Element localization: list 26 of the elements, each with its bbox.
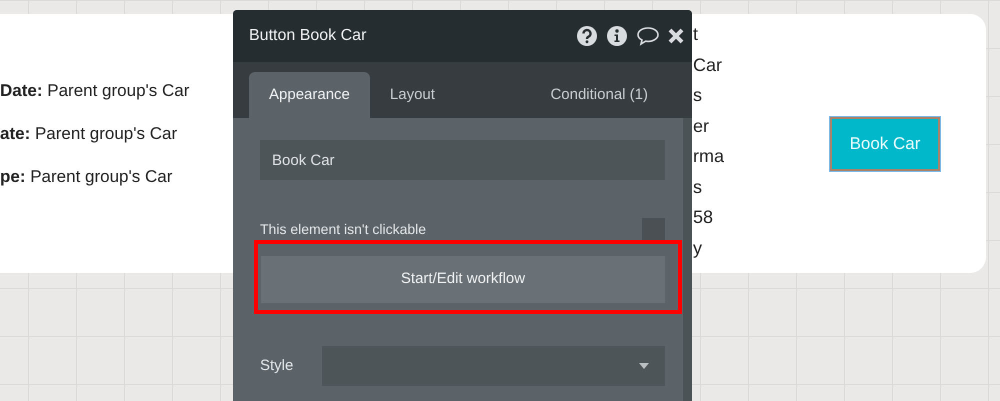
field-text: pe: Parent group's Car (0, 166, 174, 188)
text-input-field[interactable]: Book Car (260, 140, 665, 180)
field-text: er (693, 114, 710, 138)
clickable-label: This element isn't clickable (260, 220, 426, 238)
help-icon[interactable] (576, 25, 598, 47)
start-edit-workflow-button[interactable]: Start/Edit workflow (261, 256, 665, 303)
caret-icon (639, 363, 649, 369)
scrollbar[interactable] (683, 118, 692, 401)
field-text: t (693, 23, 700, 46)
field-text: s (693, 176, 703, 198)
field-text: ate: Parent group's Car (0, 123, 178, 145)
field-text: Car (693, 54, 724, 76)
field-text: 58 (693, 206, 714, 229)
field-text: rma (693, 145, 724, 168)
comment-icon[interactable] (636, 26, 660, 46)
panel-tab[interactable]: Conditional (1) (530, 72, 668, 118)
checkbox[interactable] (642, 218, 665, 240)
field-text: s (693, 84, 703, 107)
info-icon[interactable] (606, 25, 628, 47)
panel-tab[interactable]: Layout (370, 72, 455, 118)
panel-tab[interactable]: Appearance (249, 72, 370, 118)
panel-title: Button Book Car (249, 26, 368, 46)
field-text: Date: Parent group's Car (0, 80, 190, 102)
close-icon[interactable] (668, 28, 684, 44)
field-text: y (693, 236, 703, 260)
style-label: Style (260, 356, 294, 376)
